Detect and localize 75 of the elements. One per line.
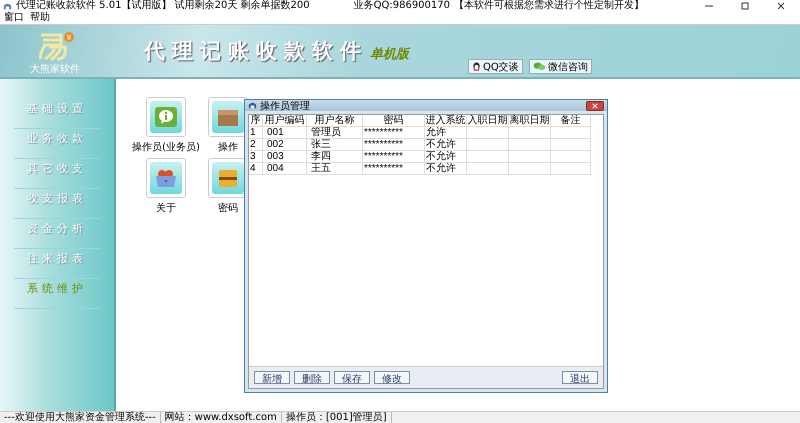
column-header: 进入系统 bbox=[425, 115, 467, 127]
info-bubble-icon bbox=[154, 106, 178, 128]
table-cell: ********** bbox=[363, 163, 425, 175]
edition-label: 单机版 bbox=[370, 46, 409, 63]
table-cell: 1 bbox=[249, 127, 263, 139]
menu-item[interactable]: 窗口 bbox=[4, 12, 24, 24]
chest-icon bbox=[216, 167, 240, 189]
empty-cell bbox=[467, 151, 509, 163]
empty-cell bbox=[551, 127, 591, 139]
tile-label: 操作 bbox=[218, 141, 238, 154]
table-cell: 允许 bbox=[425, 127, 467, 139]
dialog-title: 操作员管理 bbox=[260, 100, 310, 112]
window-title: 代理记账收款软件 5.01【试用版】 试用剩余20天 剩余单据数200 bbox=[16, 0, 310, 12]
app-icon bbox=[248, 101, 257, 110]
tile-button[interactable] bbox=[146, 97, 186, 137]
exit-button[interactable]: 退出 bbox=[562, 371, 598, 384]
table-cell: 管理员 bbox=[307, 127, 363, 139]
empty-cell bbox=[467, 139, 509, 151]
column-header: 用户编码 bbox=[263, 115, 307, 127]
table-cell: 不允许 bbox=[425, 163, 467, 175]
column-header: 序 bbox=[249, 115, 263, 127]
empty-cell bbox=[467, 127, 509, 139]
tile-label: 密码 bbox=[218, 202, 238, 215]
empty-cell bbox=[509, 139, 551, 151]
table-cell: 004 bbox=[263, 163, 307, 175]
empty-cell bbox=[509, 127, 551, 139]
consult-button[interactable]: 微信咨询 bbox=[528, 59, 592, 74]
penguin-icon bbox=[472, 62, 481, 71]
close-icon bbox=[591, 102, 599, 108]
empty-cell bbox=[467, 163, 509, 175]
tile-button[interactable] bbox=[208, 97, 248, 137]
contact-text: 业务QQ:986900170 bbox=[354, 0, 450, 12]
column-header: 入职日期 bbox=[467, 115, 509, 127]
status-text: ---欢迎使用大熊家资金管理系统--- bbox=[0, 412, 161, 423]
table-cell: 李四 bbox=[307, 151, 363, 163]
table-cell: 3 bbox=[249, 151, 263, 163]
table-cell: 张三 bbox=[307, 139, 363, 151]
table-cell: 2 bbox=[249, 139, 263, 151]
table-cell: ********** bbox=[363, 151, 425, 163]
basket-icon bbox=[154, 167, 178, 189]
empty-cell bbox=[551, 151, 591, 163]
table-cell: ********** bbox=[363, 139, 425, 151]
table-cell: 001 bbox=[263, 127, 307, 139]
table-cell: 002 bbox=[263, 139, 307, 151]
chat-bubbles-icon bbox=[532, 62, 546, 71]
table-cell: 王五 bbox=[307, 163, 363, 175]
action-button[interactable]: 新增 bbox=[254, 371, 290, 384]
table-cell: 003 bbox=[263, 151, 307, 163]
brand-name: 大熊家软件 bbox=[30, 62, 80, 76]
table-cell: 4 bbox=[249, 163, 263, 175]
tile-label: 操作员(业务员) bbox=[132, 140, 200, 154]
close-button[interactable] bbox=[586, 100, 604, 110]
table-cell: 不允许 bbox=[425, 139, 467, 151]
table-cell: ********** bbox=[363, 127, 425, 139]
tile-button[interactable] bbox=[146, 158, 186, 198]
action-button[interactable]: 保存 bbox=[334, 371, 370, 384]
menu-item[interactable]: 帮助 bbox=[30, 12, 50, 24]
column-header: 用户名称 bbox=[307, 115, 363, 127]
maximize-icon[interactable] bbox=[740, 1, 750, 11]
table-cell: 不允许 bbox=[425, 151, 467, 163]
chat-button[interactable]: QQ交谈 bbox=[468, 59, 523, 74]
empty-cell bbox=[551, 139, 591, 151]
column-header: 备注 bbox=[551, 115, 591, 127]
action-button[interactable]: 删除 bbox=[294, 371, 330, 384]
column-header: 密码 bbox=[363, 115, 425, 127]
tile-label: 关于 bbox=[156, 202, 176, 215]
empty-cell bbox=[551, 163, 591, 175]
empty-cell bbox=[509, 163, 551, 175]
app-title: 代理记账收款软件 bbox=[144, 38, 368, 65]
column-header: 离职日期 bbox=[509, 115, 551, 127]
close-icon[interactable] bbox=[776, 1, 786, 11]
action-button[interactable]: 修改 bbox=[374, 371, 410, 384]
status-text: 操作员：[001]管理员] bbox=[282, 412, 392, 423]
status-text: 网站：www.dxsoft.com bbox=[160, 412, 282, 423]
empty-cell bbox=[509, 151, 551, 163]
